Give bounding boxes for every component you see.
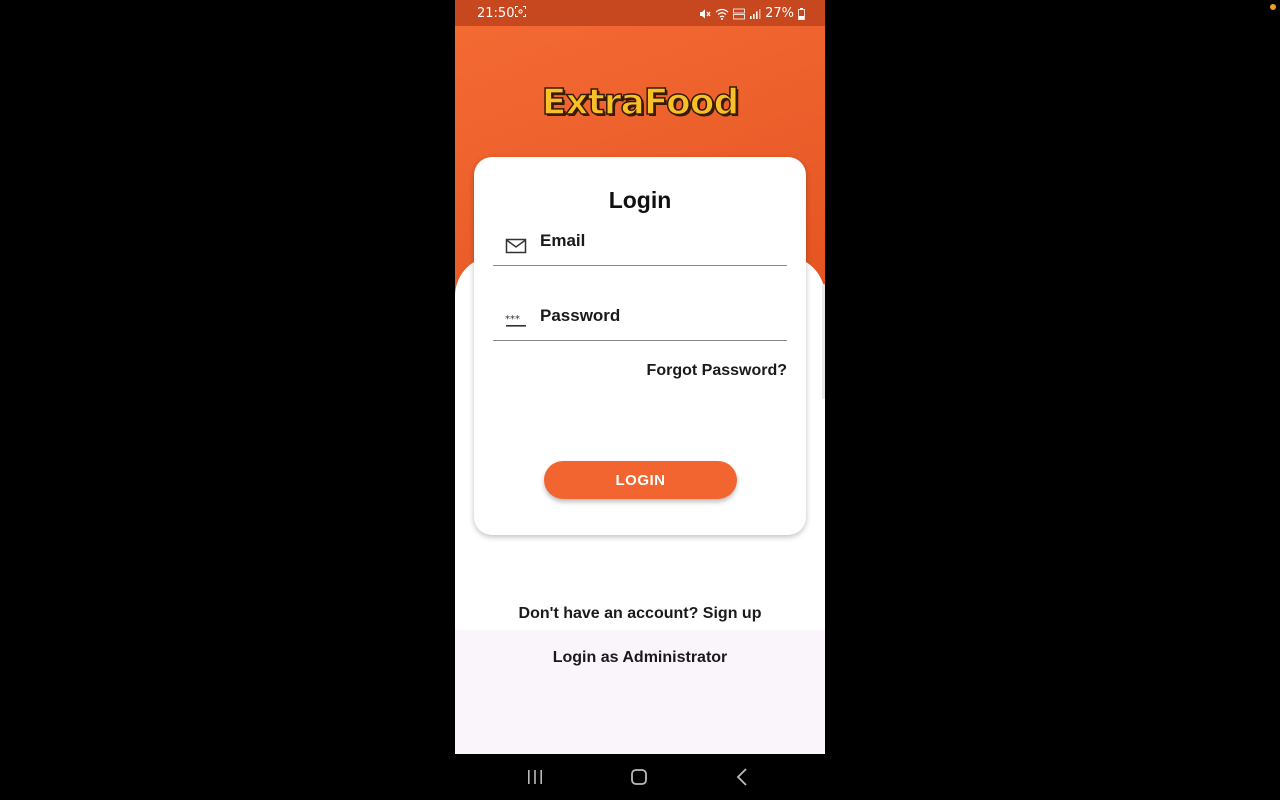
app-logo: ExtraFood bbox=[541, 81, 740, 124]
screen-capture-icon bbox=[515, 6, 526, 17]
lte-icon bbox=[733, 8, 745, 19]
status-time: 21:50 bbox=[477, 6, 515, 21]
status-icons: 27% bbox=[699, 6, 805, 21]
mute-icon bbox=[700, 9, 711, 18]
admin-login-link[interactable]: Login as Administrator bbox=[455, 649, 825, 667]
status-bar: 21:50 27% bbox=[455, 0, 825, 26]
svg-text:***: *** bbox=[505, 314, 520, 325]
login-title: Login bbox=[608, 187, 672, 213]
email-input[interactable] bbox=[540, 231, 780, 251]
signal-icon bbox=[750, 8, 761, 19]
privacy-indicator-dot bbox=[1270, 4, 1276, 10]
login-button[interactable]: LOGIN bbox=[544, 461, 737, 499]
recent-apps-icon[interactable] bbox=[523, 766, 547, 788]
mail-icon bbox=[505, 238, 527, 254]
home-icon[interactable] bbox=[627, 766, 651, 788]
scrollbar[interactable] bbox=[822, 284, 825, 399]
password-field[interactable]: *** bbox=[493, 306, 787, 341]
email-field[interactable] bbox=[493, 231, 787, 266]
system-nav-bar bbox=[455, 754, 825, 800]
phone-screen: 21:50 27% ExtraFood Login Email *** Forg… bbox=[455, 0, 825, 754]
admin-section: Login as Administrator bbox=[455, 630, 825, 754]
forgot-password-link[interactable]: Forgot Password? bbox=[647, 362, 787, 380]
signup-link[interactable]: Don't have an account? Sign up bbox=[455, 605, 825, 623]
battery-percent: 27% bbox=[765, 6, 794, 21]
back-icon[interactable] bbox=[731, 766, 755, 788]
password-dots-icon: *** bbox=[505, 314, 526, 327]
battery-icon bbox=[798, 7, 805, 20]
wifi-icon bbox=[715, 8, 729, 20]
login-card: Login *** Forgot Password? LOGIN bbox=[474, 157, 806, 535]
password-input[interactable] bbox=[540, 306, 780, 326]
